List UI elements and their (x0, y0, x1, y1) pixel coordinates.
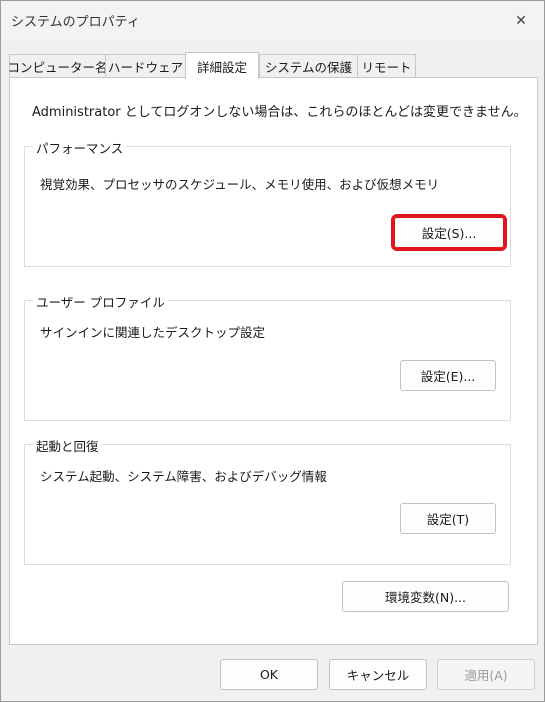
tab-remote[interactable]: リモート (357, 54, 416, 78)
tab-hardware[interactable]: ハードウェア (105, 54, 186, 78)
close-button[interactable]: ✕ (498, 1, 544, 41)
tab-computer-name[interactable]: コンピューター名 (7, 54, 108, 78)
startup-recovery-group: 起動と回復 システム起動、システム障害、およびデバッグ情報 設定(T) (24, 436, 511, 565)
startup-recovery-settings-button[interactable]: 設定(T) (400, 503, 496, 534)
apply-button[interactable]: 適用(A) (437, 659, 535, 690)
title-bar[interactable]: システムのプロパティ ✕ (1, 1, 544, 41)
performance-description: 視覚効果、プロセッサのスケジュール、メモリ使用、および仮想メモリ (40, 177, 440, 192)
admin-notice: Administrator としてログオンしない場合は、これらのほとんどは変更で… (32, 105, 527, 120)
tab-label: ハードウェア (107, 60, 183, 75)
user-profile-group-title: ユーザー プロファイル (33, 292, 168, 311)
performance-group-title: パフォーマンス (33, 138, 127, 157)
tab-label: リモート (361, 60, 412, 75)
user-profile-group: ユーザー プロファイル サインインに関連したデスクトップ設定 設定(E)... (24, 292, 511, 421)
performance-settings-button[interactable]: 設定(S)... (391, 214, 507, 251)
button-label: 適用(A) (464, 668, 508, 683)
tab-advanced[interactable]: 詳細設定 (185, 52, 259, 79)
user-profile-settings-button[interactable]: 設定(E)... (400, 360, 496, 391)
advanced-tab-panel: Administrator としてログオンしない場合は、これらのほとんどは変更で… (9, 77, 538, 645)
button-label: 設定(E)... (420, 369, 476, 384)
tab-label: システムの保護 (264, 60, 353, 75)
close-icon: ✕ (515, 13, 527, 29)
button-label: 設定(T) (426, 512, 470, 527)
tab-label: コンピューター名 (7, 60, 108, 75)
button-label: OK (259, 667, 279, 682)
cancel-button[interactable]: キャンセル (329, 659, 427, 690)
performance-group: パフォーマンス 視覚効果、プロセッサのスケジュール、メモリ使用、および仮想メモリ… (24, 138, 511, 267)
button-label: 設定(S)... (421, 226, 477, 241)
button-label: キャンセル (346, 668, 410, 683)
startup-recovery-group-title: 起動と回復 (33, 436, 102, 455)
tab-system-protection[interactable]: システムの保護 (259, 54, 358, 78)
user-profile-description: サインインに関連したデスクトップ設定 (40, 325, 266, 340)
button-label: 環境変数(N)... (384, 590, 467, 605)
ok-button[interactable]: OK (220, 659, 318, 690)
tab-label: 詳細設定 (196, 59, 247, 75)
environment-variables-button[interactable]: 環境変数(N)... (342, 581, 509, 612)
system-properties-window: システムのプロパティ ✕ コンピューター名 ハードウェア 詳細設定 システムの保… (0, 0, 545, 702)
window-title: システムのプロパティ (11, 15, 140, 30)
startup-recovery-description: システム起動、システム障害、およびデバッグ情報 (40, 469, 327, 484)
